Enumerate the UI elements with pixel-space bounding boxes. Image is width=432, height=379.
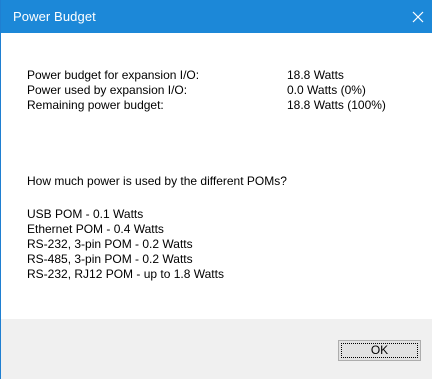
remaining-label: Remaining power budget:: [27, 98, 164, 112]
close-icon: [412, 11, 424, 23]
pom-item: USB POM - 0.1 Watts: [27, 207, 144, 221]
pom-item: Ethernet POM - 0.4 Watts: [27, 222, 164, 236]
used-value: 0.0 Watts (0%): [287, 83, 366, 97]
pom-item: RS-485, 3-pin POM - 0.2 Watts: [27, 252, 193, 266]
dialog-content: Power budget for expansion I/O: 18.8 Wat…: [1, 33, 432, 319]
pom-question: How much power is used by the different …: [27, 174, 287, 188]
title-bar[interactable]: Power Budget: [1, 0, 432, 33]
pom-item: RS-232, RJ12 POM - up to 1.8 Watts: [27, 267, 224, 281]
dialog-footer: OK: [1, 319, 432, 379]
close-button[interactable]: [408, 0, 432, 33]
pom-item: RS-232, 3-pin POM - 0.2 Watts: [27, 237, 193, 251]
remaining-value: 18.8 Watts (100%): [287, 98, 386, 112]
power-budget-dialog: Power Budget Power budget for expansion …: [0, 0, 432, 379]
used-label: Power used by expansion I/O:: [27, 83, 188, 97]
budget-value: 18.8 Watts: [287, 68, 344, 82]
window-title: Power Budget: [13, 9, 96, 24]
budget-label: Power budget for expansion I/O:: [27, 68, 200, 82]
ok-button[interactable]: OK: [338, 340, 421, 361]
